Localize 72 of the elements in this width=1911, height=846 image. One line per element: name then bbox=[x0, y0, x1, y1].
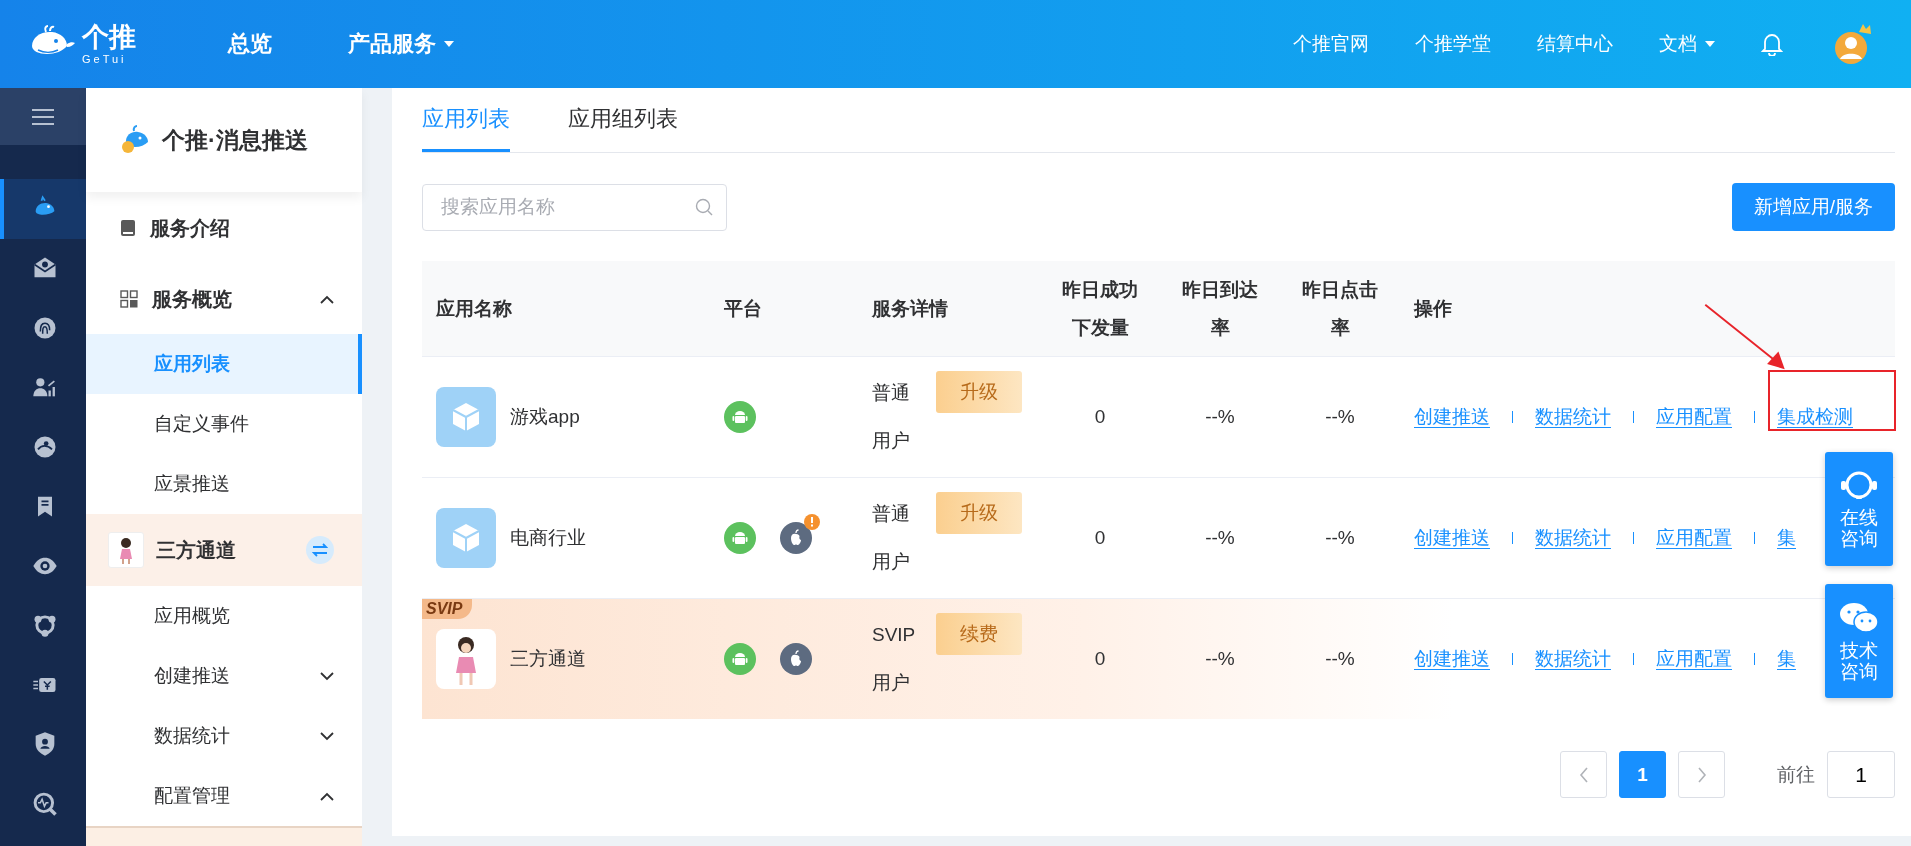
svip-ribbon: SVIP bbox=[422, 599, 473, 619]
goto-label: 前往 bbox=[1777, 762, 1815, 787]
action-link[interactable]: 数据统计 bbox=[1535, 404, 1611, 430]
column-header: 操作 bbox=[1400, 261, 1895, 357]
nav-link[interactable]: 个推官网 bbox=[1293, 31, 1369, 57]
sidebar-item[interactable]: 应用列表 bbox=[86, 334, 362, 394]
action-link[interactable]: 数据统计 bbox=[1535, 646, 1611, 672]
plan-text: 普通用户 bbox=[872, 502, 911, 574]
app-name: 三方通道 bbox=[510, 647, 586, 671]
nav-link[interactable]: 结算中心 bbox=[1537, 31, 1613, 57]
nav-link[interactable]: 产品服务 bbox=[348, 29, 454, 59]
table-cell: --% bbox=[1160, 356, 1280, 478]
nav-link[interactable]: 文档 bbox=[1659, 31, 1715, 57]
online-consult-button[interactable]: 在线咨询 bbox=[1825, 452, 1893, 566]
plan-button[interactable]: 升级 bbox=[936, 492, 1022, 534]
plan-button[interactable]: 升级 bbox=[936, 371, 1022, 413]
column-header: 服务详情 bbox=[858, 261, 1040, 357]
table-cell: --% bbox=[1160, 598, 1280, 719]
app-name: 游戏app bbox=[510, 405, 580, 429]
sidebar-item[interactable]: 服务介绍 bbox=[86, 192, 362, 264]
action-link[interactable]: 数据统计 bbox=[1535, 525, 1611, 551]
table-cell: --% bbox=[1160, 477, 1280, 599]
sidebar-item[interactable]: 服务概览 bbox=[86, 264, 362, 334]
action-link[interactable]: 集成检测 bbox=[1777, 404, 1853, 430]
action-link[interactable]: 应用配置 bbox=[1656, 646, 1732, 672]
sidebar-item[interactable]: 应用概览 bbox=[86, 586, 362, 646]
action-link[interactable]: 应用配置 bbox=[1656, 404, 1732, 430]
sidebar-title: 个推·消息推送 bbox=[162, 125, 308, 155]
plan-text: 普通用户 bbox=[872, 381, 911, 453]
table-cell: 0 bbox=[1040, 477, 1160, 599]
sidebar-label: 创建推送 bbox=[154, 664, 231, 688]
action-link[interactable]: 应用配置 bbox=[1656, 525, 1732, 551]
table-cell: 0 bbox=[1040, 598, 1160, 719]
sidebar-item[interactable]: 应景推送 bbox=[86, 454, 362, 514]
sidebar-item[interactable]: 配置管理 bbox=[86, 766, 362, 826]
sidebar-label: 配置管理 bbox=[154, 784, 231, 808]
tab[interactable]: 应用列表 bbox=[422, 88, 510, 152]
action-link[interactable]: 创建推送 bbox=[1414, 404, 1490, 430]
app-name: 电商行业 bbox=[510, 526, 586, 550]
action-link[interactable]: 集 bbox=[1777, 646, 1796, 672]
sidebar-item[interactable]: 创建推送 bbox=[86, 646, 362, 706]
sidebar-label: 三方通道 bbox=[156, 537, 237, 563]
table-cell: --% bbox=[1280, 598, 1400, 719]
sidebar-item[interactable]: 三方通道 bbox=[86, 514, 362, 586]
sidebar-item[interactable]: 自定义事件 bbox=[86, 394, 362, 454]
logo-subtext: GeTui bbox=[82, 53, 128, 65]
page-button[interactable]: 1 bbox=[1619, 751, 1666, 798]
sidebar-label: 服务介绍 bbox=[150, 215, 231, 241]
column-header: 昨日成功下发量 bbox=[1040, 261, 1160, 357]
search-field[interactable]: 搜索应用名称 bbox=[422, 183, 727, 231]
column-header: 应用名称 bbox=[422, 261, 710, 357]
nav-link[interactable]: 个推学堂 bbox=[1415, 31, 1491, 57]
column-header: 昨日点击率 bbox=[1280, 261, 1400, 357]
column-header: 昨日到达率 bbox=[1160, 261, 1280, 357]
nav-link[interactable]: 总览 bbox=[228, 29, 272, 59]
logo-text: 个推 bbox=[82, 23, 136, 51]
tab[interactable]: 应用组列表 bbox=[568, 88, 678, 152]
sidebar-item[interactable]: 数据统计 bbox=[86, 706, 362, 766]
add-app-button[interactable]: 新增应用/服务 bbox=[1731, 183, 1895, 231]
table-cell: 0 bbox=[1040, 356, 1160, 478]
action-link[interactable]: 集 bbox=[1777, 525, 1796, 551]
plan-text: SVIP用户 bbox=[872, 623, 917, 695]
tech-consult-button[interactable]: 技术咨询 bbox=[1825, 584, 1893, 698]
page-input[interactable]: 1 bbox=[1827, 751, 1895, 798]
plan-button[interactable]: 续费 bbox=[936, 613, 1022, 655]
column-header: 平台 bbox=[710, 261, 858, 357]
table-cell: --% bbox=[1280, 356, 1400, 478]
action-link[interactable]: 创建推送 bbox=[1414, 646, 1490, 672]
action-link[interactable]: 创建推送 bbox=[1414, 525, 1490, 551]
table-cell: --% bbox=[1280, 477, 1400, 599]
sidebar-label: 数据统计 bbox=[154, 724, 231, 748]
sidebar-label: 服务概览 bbox=[152, 286, 233, 312]
